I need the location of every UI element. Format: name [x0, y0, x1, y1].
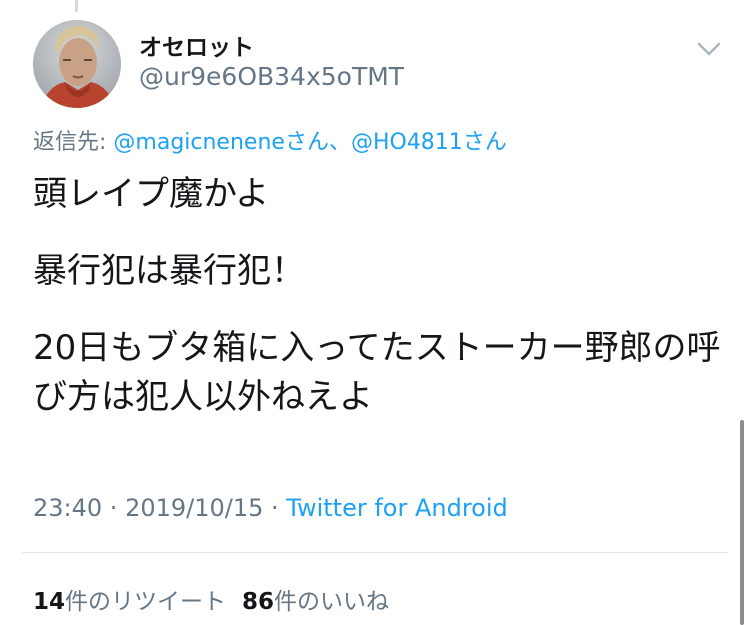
retweets-stat[interactable]: 14件のリツイート: [33, 589, 226, 615]
tweet-line-2: 暴行犯は暴行犯！: [33, 251, 305, 291]
tweet-meta: 23:40 · 2019/10/15 · Twitter for Android: [33, 494, 508, 522]
mention-link-1[interactable]: @magicnenene: [113, 130, 285, 155]
likes-count: 86: [242, 589, 275, 615]
tweet-detail: オセロット @ur9e6OB34x5oTMT 返信先: @magicnenene…: [0, 0, 750, 625]
tweet-line-3: 20日もブタ箱に入ってたストーカー野郎の呼び方は犯人以外ねえよ: [33, 328, 721, 417]
meta-separator: ·: [102, 494, 126, 522]
meta-separator: ·: [263, 494, 287, 522]
display-name[interactable]: オセロット: [139, 28, 254, 62]
reply-to-prefix: 返信先:: [33, 130, 114, 155]
divider: [22, 552, 728, 553]
retweets-label: 件のリツイート: [65, 589, 227, 615]
tweet-time: 23:40: [33, 494, 103, 522]
tweet-source-link[interactable]: Twitter for Android: [286, 494, 507, 522]
engagement-stats: 14件のリツイート 86件のいいね: [33, 582, 389, 616]
scrollbar[interactable]: [740, 420, 744, 625]
mention-suffix-2[interactable]: さん: [463, 130, 507, 155]
tweet-date: 2019/10/15: [125, 494, 264, 522]
mention-link-2[interactable]: @HO4811: [351, 130, 463, 155]
user-handle[interactable]: @ur9e6OB34x5oTMT: [139, 62, 404, 91]
likes-stat[interactable]: 86件のいいね: [242, 589, 389, 615]
mention-suffix-1[interactable]: さん、: [285, 130, 351, 155]
likes-label: 件のいいね: [274, 589, 390, 615]
tweet-body: 頭レイプ魔かよ 暴行犯は暴行犯！ 20日もブタ箱に入ってたストーカー野郎の呼び方…: [33, 170, 733, 422]
retweets-count: 14: [33, 589, 66, 615]
reply-to-line: 返信先: @magicneneneさん、@HO4811さん: [33, 124, 507, 156]
avatar[interactable]: [33, 20, 121, 108]
thread-connector-line: [75, 0, 78, 12]
avatar-image: [33, 20, 121, 108]
chevron-down-icon[interactable]: [694, 34, 724, 64]
tweet-line-1: 頭レイプ魔かよ: [33, 174, 270, 214]
